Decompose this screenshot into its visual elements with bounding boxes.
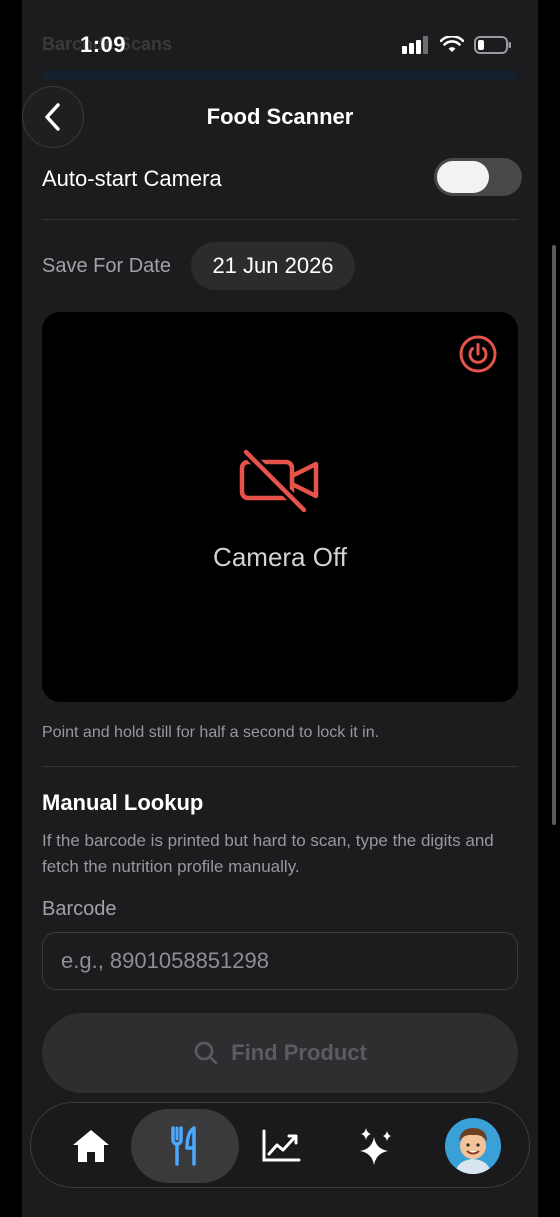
- fork-knife-icon: [171, 1126, 196, 1166]
- save-for-date-label: Save For Date: [42, 255, 171, 277]
- battery-icon: [474, 36, 511, 54]
- cellular-signal-icon: [402, 36, 428, 54]
- tab-ai[interactable]: [346, 1103, 406, 1189]
- tab-home[interactable]: [61, 1103, 121, 1189]
- camera-status-text: Camera Off: [213, 542, 347, 572]
- status-time: 1:09: [80, 32, 127, 57]
- barcode-input[interactable]: [42, 932, 518, 990]
- divider: [42, 766, 518, 767]
- auto-start-toggle[interactable]: [434, 158, 522, 196]
- barcode-label: Barcode: [42, 898, 117, 920]
- status-icons: [402, 36, 512, 54]
- tab-profile[interactable]: [443, 1103, 503, 1189]
- scrollbar[interactable]: [552, 245, 556, 825]
- chart-icon: [262, 1129, 301, 1162]
- auto-start-row: Auto-start Camera: [42, 158, 522, 200]
- tab-progress[interactable]: [251, 1103, 311, 1189]
- sparkles-icon: [360, 1128, 391, 1165]
- tab-bar: [30, 1102, 530, 1188]
- status-bar: 1:09: [0, 0, 560, 92]
- home-icon: [73, 1130, 109, 1162]
- page-title: Food Scanner: [206, 104, 354, 129]
- scan-hint: Point and hold still for half a second t…: [42, 724, 380, 741]
- auto-start-label: Auto-start Camera: [42, 166, 222, 191]
- divider: [42, 219, 518, 220]
- manual-lookup-description: If the barcode is printed but hard to sc…: [42, 831, 494, 876]
- camera-preview: Camera Off: [42, 312, 518, 702]
- manual-lookup-title: Manual Lookup: [42, 790, 204, 815]
- toggle-knob: [437, 161, 489, 193]
- find-product-label: Find Product: [231, 1040, 367, 1065]
- find-product-button[interactable]: Find Product: [42, 1013, 518, 1093]
- wifi-icon: [440, 36, 464, 52]
- video-off-icon: [239, 448, 319, 514]
- power-icon[interactable]: [458, 334, 498, 374]
- profile-avatar: [445, 1118, 501, 1174]
- date-picker-button[interactable]: 21 Jun 2026: [191, 242, 355, 290]
- search-icon: [194, 1041, 218, 1065]
- tab-food[interactable]: [131, 1109, 239, 1183]
